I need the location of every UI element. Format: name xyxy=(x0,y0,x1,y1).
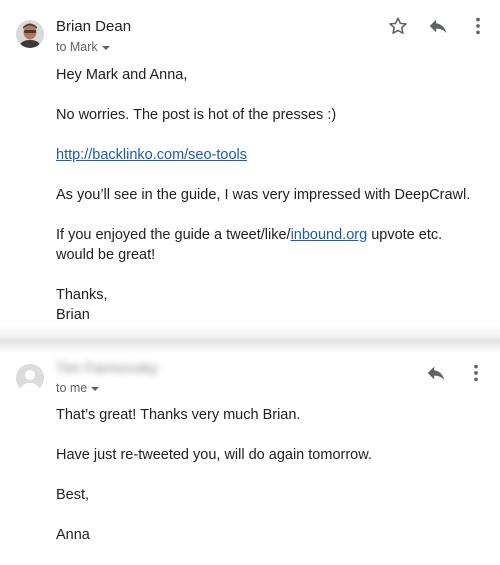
signoff: Thanks, xyxy=(56,287,108,303)
message-body: That’s great! Thanks very much Brian. Ha… xyxy=(56,405,480,565)
body-paragraph: If you enjoyed the guide a tweet/like/in… xyxy=(56,225,480,265)
reply-icon xyxy=(427,366,445,381)
signature: Brian xyxy=(56,307,90,323)
link-paragraph: http://backlinko.com/seo-tools xyxy=(56,145,480,165)
reply-icon xyxy=(429,19,447,34)
sender-avatar[interactable] xyxy=(16,20,44,48)
more-options-button[interactable] xyxy=(466,14,490,38)
signoff: Best, xyxy=(56,487,90,503)
chevron-down-icon xyxy=(91,387,100,391)
body-paragraph: No worries. The post is hot of the press… xyxy=(56,107,337,123)
default-avatar-icon xyxy=(16,364,44,392)
seo-tools-link[interactable]: http://backlinko.com/seo-tools xyxy=(56,147,247,163)
more-vert-icon xyxy=(476,17,480,35)
reply-button[interactable] xyxy=(426,14,450,38)
recipient-line: to me xyxy=(56,381,88,395)
more-options-button[interactable] xyxy=(464,361,488,385)
body-paragraph: That’s great! Thanks very much Brian. xyxy=(56,407,301,423)
body-paragraph: As you’ll see in the guide, I was very i… xyxy=(56,187,471,203)
recipient-line: to Mark xyxy=(56,40,98,54)
recipient-details-toggle[interactable]: to me xyxy=(56,381,100,395)
sender-name-blurred[interactable]: Tim Farmovsky xyxy=(56,360,158,377)
more-vert-icon xyxy=(474,364,478,382)
greeting: Hey Mark and Anna, xyxy=(56,67,188,83)
star-icon xyxy=(389,17,407,34)
body-text: If you enjoyed the guide a tweet/like/ xyxy=(56,227,291,243)
chevron-down-icon xyxy=(101,46,110,50)
sender-avatar[interactable] xyxy=(16,364,44,392)
message-body: Hey Mark and Anna, No worries. The post … xyxy=(56,65,480,325)
signoff-block: Thanks, Brian xyxy=(56,285,480,325)
sender-name[interactable]: Brian Dean xyxy=(56,18,131,35)
email-message-brian: Brian Dean to Mark Hey Mark and Anna, No… xyxy=(0,0,500,337)
body-paragraph: Have just re-tweeted you, will do again … xyxy=(56,447,372,463)
email-message-reply: Tim Farmovsky to me That’s great! Thanks… xyxy=(0,342,500,543)
signature: Anna xyxy=(56,527,90,543)
star-button[interactable] xyxy=(386,14,410,38)
recipient-details-toggle[interactable]: to Mark xyxy=(56,40,110,54)
reply-button[interactable] xyxy=(424,361,448,385)
inbound-link[interactable]: inbound.org xyxy=(291,227,368,243)
